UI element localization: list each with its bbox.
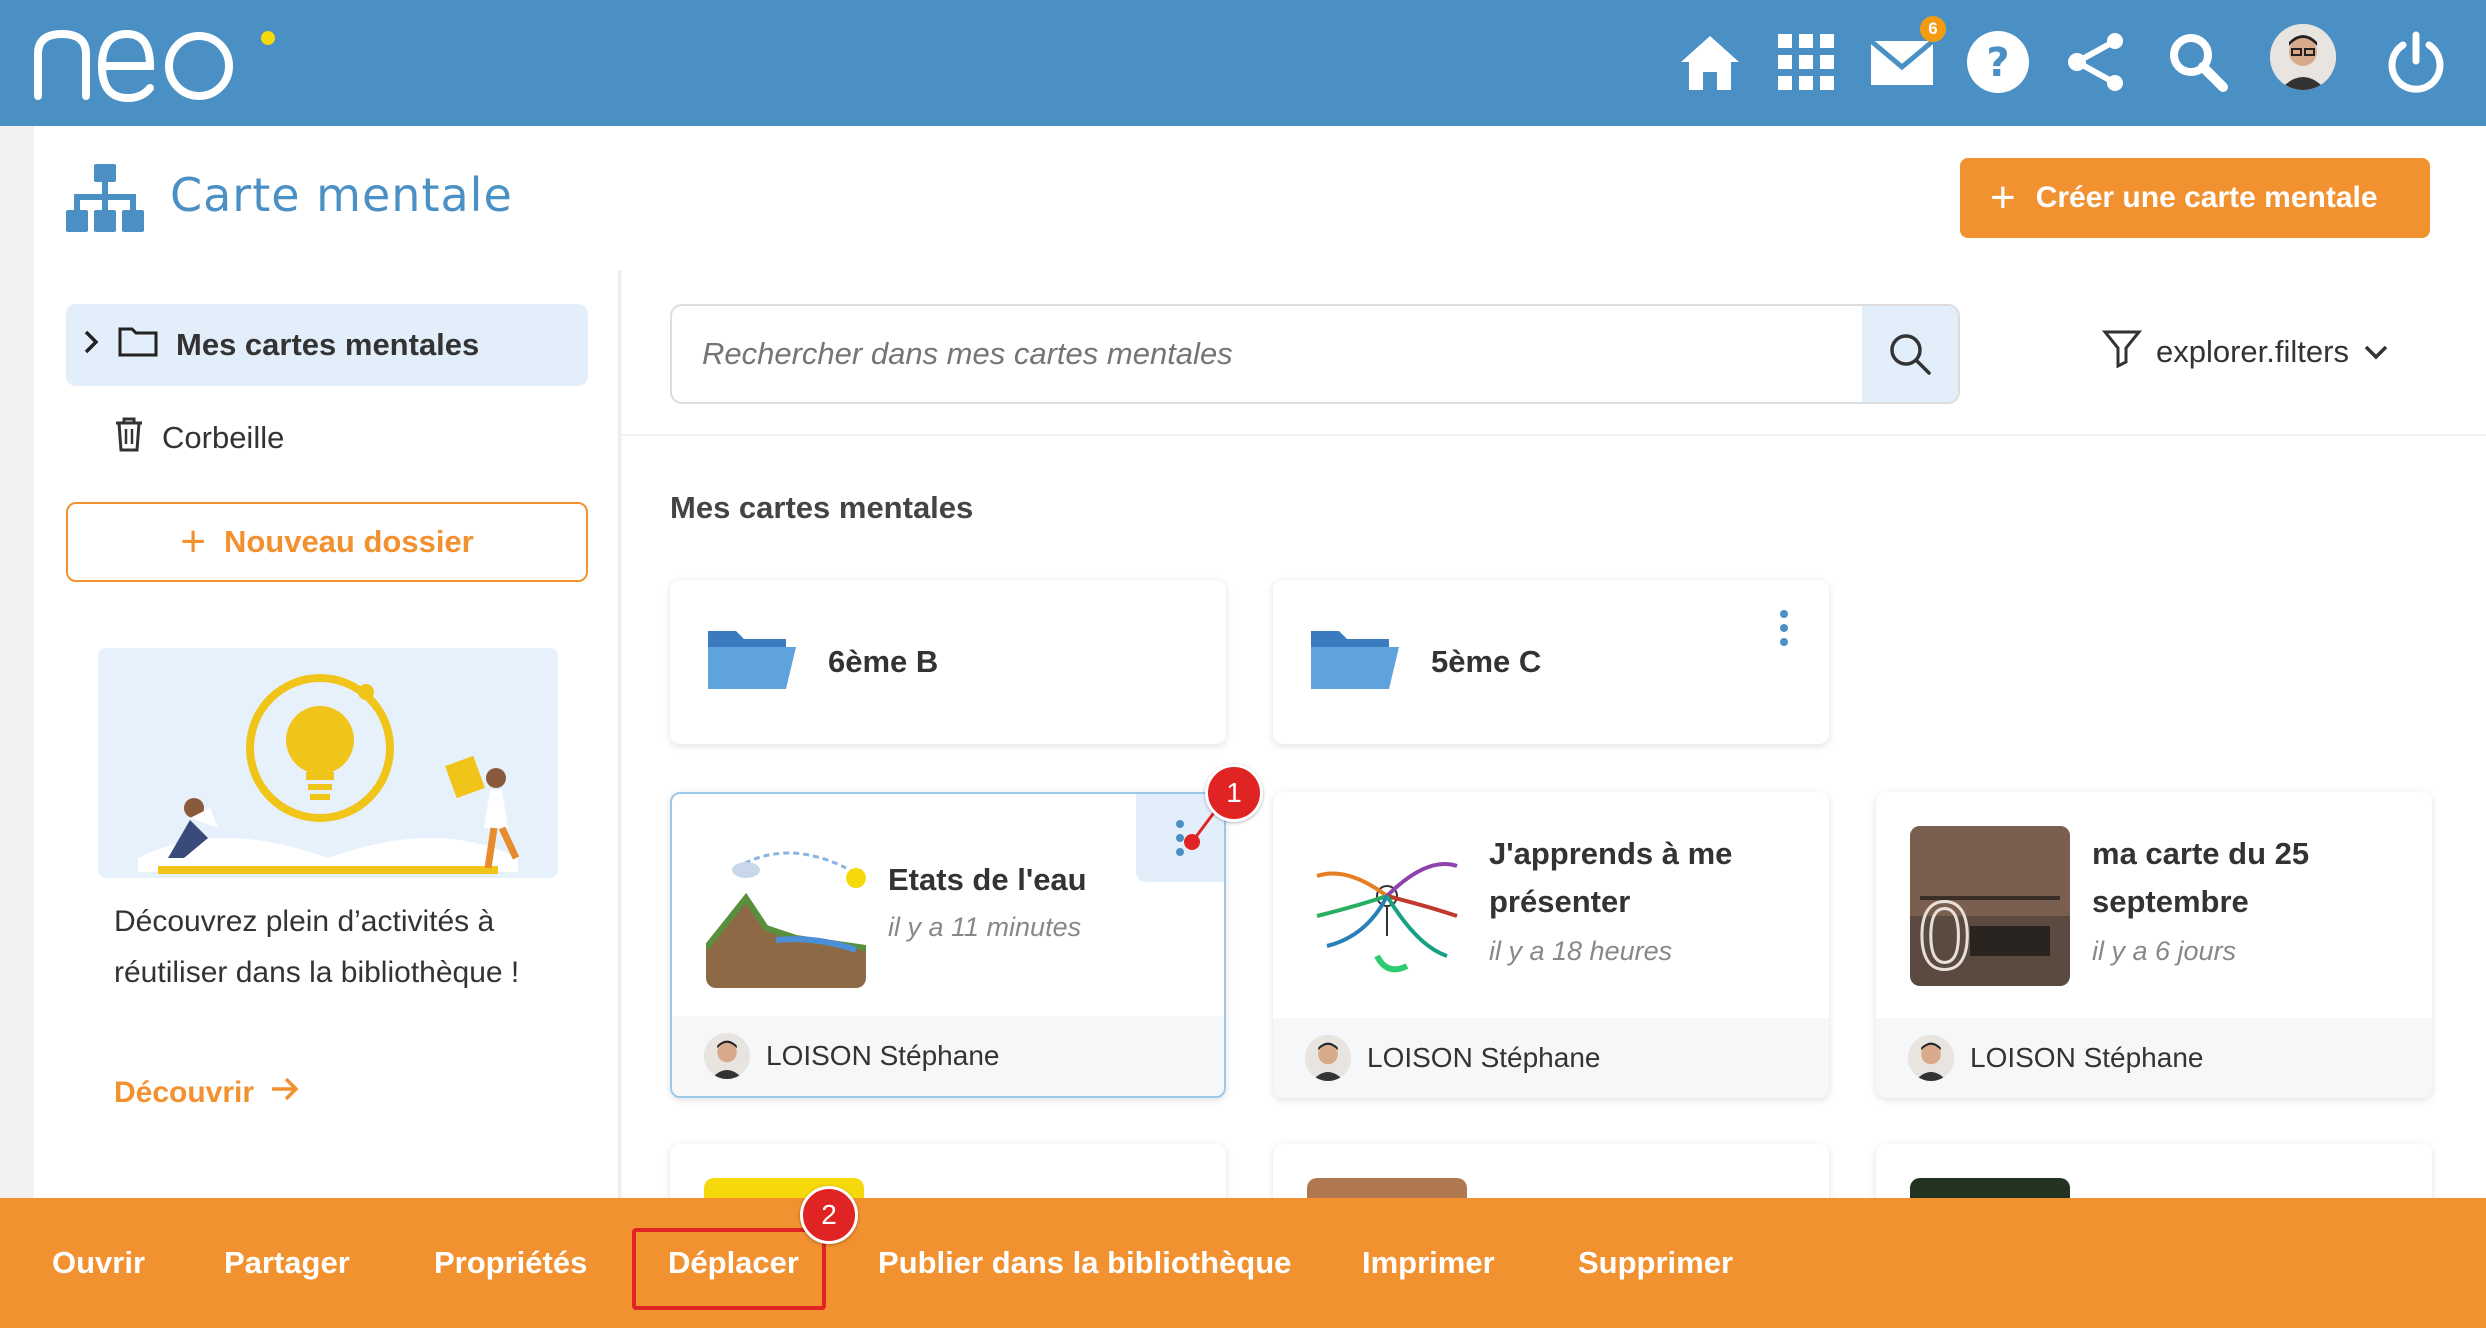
search-input[interactable]: [672, 306, 1862, 402]
home-icon[interactable]: [1672, 24, 1748, 100]
divider: [622, 434, 2486, 436]
mindmap-card[interactable]: 0 ma carte du 25 septembre il y a 6 jour…: [1876, 792, 2432, 1098]
mindmap-card[interactable]: J'apprends à me présenter il y a 18 heur…: [1273, 792, 1829, 1098]
search-submit-button[interactable]: [1862, 306, 1958, 402]
annotation-highlight-box: [632, 1228, 826, 1310]
arrow-right-icon: [270, 1076, 300, 1110]
app-header: Carte mentale + Créer une carte mentale: [34, 126, 2486, 270]
author-avatar: [1908, 1035, 1954, 1081]
action-bar: Ouvrir Partager Propriétés Déplacer Publ…: [0, 1198, 2486, 1328]
mindmap-title: J'apprends à me présenter: [1489, 836, 1733, 919]
mindmap-time: il y a 18 heures: [1489, 936, 1673, 966]
mindmap-thumbnail: [1307, 826, 1467, 986]
section-title: Mes cartes mentales: [670, 490, 974, 525]
apps-grid-icon[interactable]: [1768, 24, 1844, 100]
card-author: LOISON Stéphane: [1273, 1018, 1829, 1098]
discover-link[interactable]: Découvrir: [114, 1076, 300, 1110]
folder-name: 6ème B: [828, 644, 939, 679]
annotation-marker-1: 1: [1205, 764, 1263, 822]
new-folder-button[interactable]: + Nouveau dossier: [66, 502, 588, 582]
promo-text: Découvrez plein d’activités à réutiliser…: [114, 905, 520, 989]
trash-icon: [114, 416, 144, 460]
action-print[interactable]: Imprimer: [1362, 1198, 1495, 1328]
filters-dropdown[interactable]: explorer.filters: [2101, 328, 2389, 376]
action-properties[interactable]: Propriétés: [434, 1198, 587, 1328]
new-folder-label: Nouveau dossier: [223, 524, 474, 559]
author-name: LOISON Stéphane: [766, 1040, 1000, 1071]
neo-logo[interactable]: [32, 16, 282, 106]
mindmap-time: il y a 6 jours: [2092, 936, 2237, 966]
author-avatar: [1305, 1035, 1351, 1081]
top-navbar: 6 ?: [0, 0, 2486, 126]
card-author: LOISON Stéphane: [672, 1016, 1224, 1096]
more-options-icon[interactable]: [1779, 610, 1789, 646]
mindmap-time: il y a 11 minutes: [888, 912, 1082, 942]
main-content: explorer.filters Mes cartes mentales 6èm…: [622, 270, 2486, 1224]
action-open[interactable]: Ouvrir: [52, 1198, 145, 1328]
author-name: LOISON Stéphane: [1367, 1042, 1601, 1073]
create-mindmap-button[interactable]: + Créer une carte mentale: [1960, 158, 2430, 238]
tree-item-trash[interactable]: Corbeille: [114, 408, 284, 468]
discover-link-label: Découvrir: [114, 1076, 255, 1109]
plus-icon: +: [180, 517, 206, 566]
author-avatar: [704, 1033, 750, 1079]
tree-item-mes-cartes[interactable]: Mes cartes mentales: [66, 304, 588, 386]
filter-funnel-icon: [2101, 328, 2143, 376]
card-author: LOISON Stéphane: [1876, 1018, 2432, 1098]
filters-label: explorer.filters: [2156, 334, 2349, 369]
folder-icon: [1309, 625, 1401, 699]
folder-card[interactable]: 6ème B: [670, 580, 1226, 744]
mail-count-badge: 6: [1920, 16, 1946, 42]
plus-icon: +: [1990, 173, 2016, 222]
folder-outline-icon: [118, 325, 158, 365]
action-delete[interactable]: Supprimer: [1578, 1198, 1733, 1328]
action-publish-library[interactable]: Publier dans la bibliothèque: [878, 1198, 1291, 1328]
help-icon[interactable]: ?: [1960, 24, 2036, 100]
mindmap-app-icon: [66, 164, 144, 239]
page-title: Carte mentale: [170, 168, 513, 222]
tree-item-label: Mes cartes mentales: [176, 327, 480, 362]
folder-icon: [706, 625, 798, 699]
svg-text:0: 0: [1916, 885, 1973, 986]
share-network-icon[interactable]: [2058, 24, 2134, 100]
folder-name: 5ème C: [1431, 644, 1542, 679]
author-name: LOISON Stéphane: [1970, 1042, 2204, 1073]
annotation-marker-2: 2: [800, 1186, 858, 1244]
svg-text:?: ?: [1986, 40, 2009, 86]
search-icon: [1890, 334, 1931, 375]
mindmap-thumbnail: 0: [1910, 826, 2070, 986]
mindmap-thumbnail: [706, 828, 866, 988]
library-promo-illustration: [98, 648, 558, 878]
create-mindmap-label: Créer une carte mentale: [2035, 181, 2378, 214]
search-bar: [670, 304, 1960, 404]
trash-label: Corbeille: [162, 420, 285, 455]
folder-card[interactable]: 5ème C: [1273, 580, 1829, 744]
power-icon[interactable]: [2378, 24, 2454, 100]
sidebar: Mes cartes mentales Corbeille + Nouveau …: [34, 270, 620, 1200]
chevron-down-icon: [2363, 334, 2389, 370]
action-share[interactable]: Partager: [224, 1198, 350, 1328]
mindmap-card[interactable]: Etats de l'eau il y a 11 minutes LOISON …: [670, 792, 1226, 1098]
mindmap-title: ma carte du 25 septembre: [2092, 836, 2310, 919]
search-icon[interactable]: [2160, 24, 2236, 100]
user-avatar[interactable]: [2270, 24, 2336, 90]
chevron-right-icon[interactable]: [82, 327, 100, 363]
